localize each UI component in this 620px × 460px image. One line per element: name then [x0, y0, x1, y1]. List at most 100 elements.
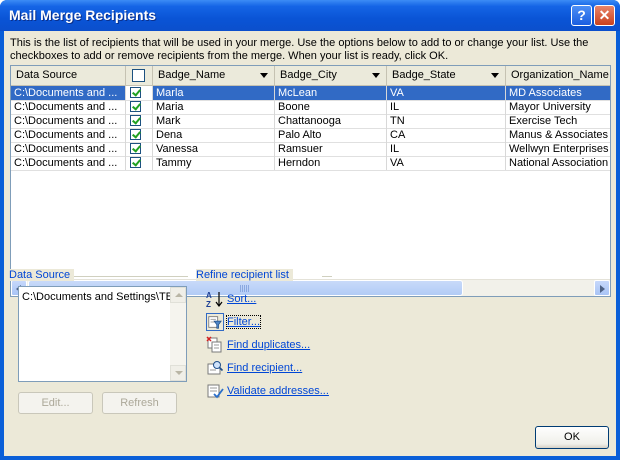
data-source-item[interactable]: C:\Documents and Settings\TB [22, 291, 170, 303]
cell-include [126, 142, 153, 156]
arrow-down-icon [175, 371, 183, 375]
validate-addresses-link[interactable]: Validate addresses... [204, 382, 364, 402]
group-divider [64, 276, 188, 277]
cell-badge-city: Ramsuer [275, 142, 387, 156]
sort-az-icon: A Z [206, 291, 223, 308]
include-checkbox[interactable] [130, 129, 141, 140]
cell-badge-name: Tammy [153, 156, 275, 170]
dropdown-arrow-icon[interactable] [372, 73, 380, 78]
column-header-checkbox[interactable] [126, 66, 153, 85]
data-source-group-label: Data Source [9, 269, 75, 281]
sort-link[interactable]: A Z Sort... [204, 290, 364, 310]
svg-text:Z: Z [206, 300, 211, 308]
table-row[interactable]: C:\Documents and ... Dena Palo Alto CA M… [11, 128, 610, 143]
cell-organization-name: MD Associates [506, 86, 610, 100]
table-row[interactable]: C:\Documents and ... Maria Boone IL Mayo… [11, 100, 610, 115]
window-title: Mail Merge Recipients [9, 7, 157, 23]
svg-text:A: A [206, 291, 212, 300]
cell-include [126, 128, 153, 142]
column-header-label: Organization_Name [511, 69, 609, 81]
title-bar[interactable]: Mail Merge Recipients ? ✕ [0, 0, 620, 31]
sort-link-label: Sort... [227, 293, 257, 305]
data-source-list[interactable]: C:\Documents and Settings\TB [18, 286, 187, 382]
cell-badge-city: Herndon [275, 156, 387, 170]
mail-merge-recipients-window: Mail Merge Recipients ? ✕ This is the li… [0, 0, 620, 460]
column-header-label: Badge_Name [158, 69, 226, 81]
table-row[interactable]: C:\Documents and ... Marla McLean VA MD … [11, 86, 610, 101]
cell-badge-state: VA [387, 156, 506, 170]
column-header-organization-name[interactable]: Organization_Name [506, 66, 610, 85]
cell-badge-state: IL [387, 142, 506, 156]
group-divider [322, 276, 332, 277]
cell-data-source: C:\Documents and ... [11, 156, 126, 170]
cell-badge-city: Chattanooga [275, 114, 387, 128]
cell-data-source: C:\Documents and ... [11, 142, 126, 156]
cell-include [126, 156, 153, 170]
table-row[interactable]: C:\Documents and ... Mark Chattanooga TN… [11, 114, 610, 129]
scroll-up-button[interactable] [170, 287, 186, 303]
cell-include [126, 114, 153, 128]
cell-badge-state: CA [387, 128, 506, 142]
cell-data-source: C:\Documents and ... [11, 86, 126, 100]
find-duplicates-link[interactable]: Find duplicates... [204, 336, 364, 356]
cell-data-source: C:\Documents and ... [11, 114, 126, 128]
edit-button[interactable]: Edit... [18, 392, 93, 414]
cell-organization-name: Exercise Tech [506, 114, 610, 128]
find-duplicates-icon [206, 336, 222, 353]
filter-icon [206, 313, 224, 331]
cell-organization-name: Wellwyn Enterprises [506, 142, 610, 156]
find-recipient-link[interactable]: Find recipient... [204, 359, 364, 379]
find-duplicates-link-label: Find duplicates... [227, 339, 311, 351]
cell-badge-city: McLean [275, 86, 387, 100]
ok-button[interactable]: OK [535, 426, 609, 449]
validate-addresses-link-label: Validate addresses... [227, 385, 329, 397]
cell-badge-state: IL [387, 100, 506, 114]
validate-addresses-icon [207, 384, 224, 399]
include-checkbox[interactable] [130, 143, 141, 154]
vertical-scrollbar[interactable] [170, 287, 186, 381]
filter-link[interactable]: Filter... [204, 313, 364, 333]
scroll-down-button[interactable] [170, 365, 186, 381]
cell-badge-name: Marla [153, 86, 275, 100]
dropdown-arrow-icon[interactable] [260, 73, 268, 78]
cell-include [126, 86, 153, 100]
cell-badge-city: Palo Alto [275, 128, 387, 142]
cell-badge-name: Mark [153, 114, 275, 128]
include-checkbox[interactable] [130, 101, 141, 112]
cell-badge-name: Maria [153, 100, 275, 114]
column-header-badge-name[interactable]: Badge_Name [153, 66, 275, 85]
table-row[interactable]: C:\Documents and ... Tammy Herndon VA Na… [11, 156, 610, 171]
cell-badge-state: TN [387, 114, 506, 128]
cell-badge-city: Boone [275, 100, 387, 114]
grid-header: Data Source Badge_Name Badge_City Badge_… [11, 66, 610, 86]
refresh-button[interactable]: Refresh [102, 392, 177, 414]
help-button[interactable]: ? [571, 5, 592, 26]
table-row[interactable]: C:\Documents and ... Vanessa Ramsuer IL … [11, 142, 610, 157]
arrow-up-icon [175, 293, 183, 297]
column-header-label: Badge_City [280, 69, 337, 81]
dropdown-arrow-icon[interactable] [491, 73, 499, 78]
cell-badge-name: Dena [153, 128, 275, 142]
filter-link-label: Filter... [225, 315, 262, 329]
recipients-grid[interactable]: Data Source Badge_Name Badge_City Badge_… [10, 65, 611, 297]
cell-badge-state: VA [387, 86, 506, 100]
dialog-body: This is the list of recipients that will… [4, 31, 616, 456]
include-checkbox[interactable] [130, 115, 141, 126]
close-button[interactable]: ✕ [594, 5, 615, 26]
column-header-badge-state[interactable]: Badge_State [387, 66, 506, 85]
cell-organization-name: National Association o [506, 156, 610, 170]
arrow-right-icon [600, 285, 605, 293]
cell-data-source: C:\Documents and ... [11, 100, 126, 114]
column-header-data-source[interactable]: Data Source [11, 66, 126, 85]
cell-badge-name: Vanessa [153, 142, 275, 156]
column-header-label: Data Source [16, 69, 78, 81]
column-header-badge-city[interactable]: Badge_City [275, 66, 387, 85]
find-recipient-link-label: Find recipient... [227, 362, 303, 374]
find-recipient-icon [207, 361, 224, 375]
select-all-checkbox[interactable] [132, 69, 145, 82]
include-checkbox[interactable] [130, 87, 141, 98]
scroll-right-button[interactable] [594, 280, 610, 296]
include-checkbox[interactable] [130, 157, 141, 168]
cell-organization-name: Manus & Associates [506, 128, 610, 142]
cell-data-source: C:\Documents and ... [11, 128, 126, 142]
